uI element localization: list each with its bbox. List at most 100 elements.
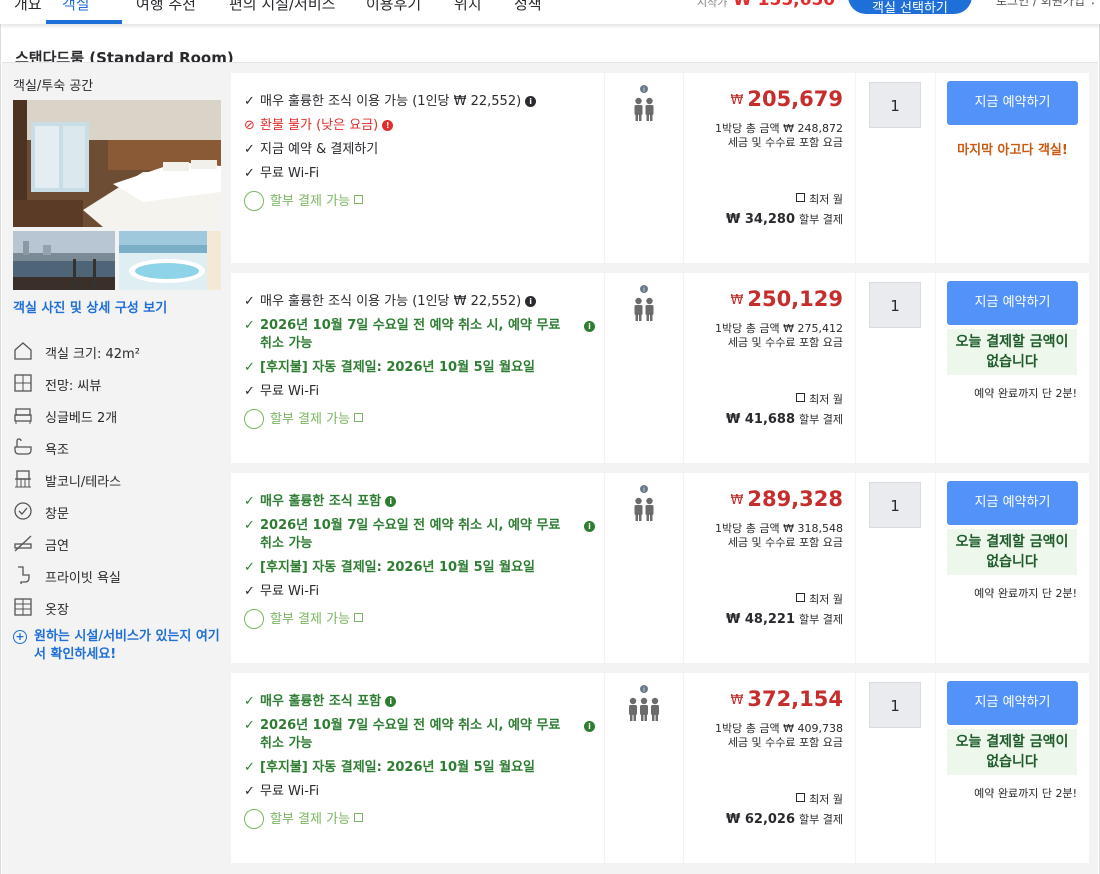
currency-symbol: ₩ bbox=[730, 293, 744, 308]
external-link-icon bbox=[796, 593, 806, 602]
tab-facilities[interactable]: 편의 시설/서비스 bbox=[229, 0, 335, 14]
check-icon: ✓ bbox=[244, 142, 255, 157]
currency-symbol: ₩ bbox=[730, 93, 744, 108]
room-quantity-select[interactable]: 1 bbox=[869, 282, 921, 328]
room-view-photo[interactable] bbox=[13, 231, 115, 290]
info-icon[interactable]: i bbox=[584, 721, 595, 732]
room-size-icon bbox=[14, 342, 32, 360]
book-now-button[interactable]: 지금 예약하기 bbox=[947, 281, 1078, 325]
booking-cell: 지금 예약하기 오늘 결제할 금액이 없습니다 예약 완료까지 단 2분! bbox=[936, 673, 1089, 863]
pay-later-notice: 오늘 결제할 금액이 없습니다 bbox=[947, 329, 1077, 375]
room-quantity-select[interactable]: 1 bbox=[869, 82, 921, 128]
check-icon: ✓ bbox=[244, 694, 255, 709]
info-icon[interactable]: i bbox=[584, 321, 595, 332]
installment-label: 할부 결제 가능 bbox=[270, 412, 351, 427]
share-icon[interactable]: ⋮ bbox=[1086, 0, 1100, 7]
external-link-icon bbox=[796, 393, 806, 402]
lowest-monthly-label[interactable]: 최저 월 bbox=[796, 791, 843, 807]
tab-overview[interactable]: 개요 bbox=[14, 0, 42, 14]
installment-available-link[interactable]: 할부 결제 가능 bbox=[244, 809, 364, 829]
room-offer-row: ✓ 매우 훌륭한 조식 포함 i ✓ 2026년 10월 7일 수요일 전 예약 취소 … bbox=[231, 473, 1089, 663]
room-bath-photo[interactable] bbox=[119, 231, 221, 290]
tab-policy[interactable]: 정책 bbox=[514, 0, 542, 14]
price-cell: ₩289,328 1박당 총 금액 ₩ 318,548 세금 및 수수료 포함 요금… bbox=[684, 473, 855, 663]
lowest-monthly-label[interactable]: 최저 월 bbox=[796, 591, 843, 607]
quantity-cell: 1 bbox=[856, 73, 935, 263]
lowest-monthly-text: 최저 월 bbox=[809, 393, 843, 406]
info-icon[interactable]: i bbox=[525, 296, 537, 307]
offer-benefit-text: 2026년 10월 7일 수요일 전 예약 취소 시, 예약 무료 취소 가능 bbox=[260, 718, 561, 751]
installment-label: 할부 결제 가능 bbox=[270, 812, 351, 827]
book-now-button[interactable]: 지금 예약하기 bbox=[947, 681, 1078, 725]
offer-benefit: ✓ 2026년 10월 7일 수요일 전 예약 취소 시, 예약 무료 취소 가능… bbox=[244, 317, 595, 353]
offer-benefit: ✓ 매우 훌륭한 조식 이용 가능 (1인당 ₩ 22,552) i bbox=[244, 293, 537, 311]
info-icon[interactable]: i bbox=[584, 521, 595, 532]
room-main-photo[interactable] bbox=[13, 100, 221, 227]
offer-benefit: ✓ 지금 예약 & 결제하기 bbox=[244, 141, 378, 159]
price-value: 250,129 bbox=[747, 287, 843, 311]
info-icon[interactable]: i bbox=[385, 696, 397, 707]
installment-label: 할부 결제 가능 bbox=[270, 612, 351, 627]
installment-available-link[interactable]: 할부 결제 가능 bbox=[244, 191, 364, 211]
offer-features: ✓ 매우 훌륭한 조식 이용 가능 (1인당 ₩ 22,552) i ✓ 2026년 1… bbox=[231, 273, 604, 463]
installment-amount-value: ₩ 34,280 bbox=[725, 212, 796, 227]
occupancy-icon[interactable]: i bbox=[605, 285, 683, 325]
price-value: 205,679 bbox=[747, 87, 843, 111]
view-icon bbox=[14, 374, 32, 392]
check-icon: ✓ bbox=[244, 318, 255, 333]
lowest-monthly-label[interactable]: 최저 월 bbox=[796, 191, 843, 207]
offer-benefit: ✓ 매우 훌륭한 조식 포함 i bbox=[244, 493, 397, 511]
offer-benefit-text: [후지불] 자동 결제일: 2026년 10월 5일 월요일 bbox=[260, 360, 535, 375]
tax-included-label: 세금 및 수수료 포함 요금 bbox=[727, 336, 843, 349]
offer-benefit-text: [후지불] 자동 결제일: 2026년 10월 5일 월요일 bbox=[260, 560, 535, 575]
occupancy-cell: i bbox=[605, 473, 683, 663]
check-icon: ✓ bbox=[244, 494, 255, 509]
tab-location[interactable]: 위치 bbox=[454, 0, 482, 14]
private-bath-icon bbox=[18, 566, 30, 584]
check-icon: ✓ bbox=[244, 166, 255, 181]
offer-benefit-text: 매우 훌륭한 조식 포함 bbox=[260, 694, 382, 709]
occupancy-icon[interactable]: i bbox=[605, 85, 683, 125]
select-room-button[interactable]: 객실 선택하기 bbox=[848, 0, 972, 16]
installment-available-link[interactable]: 할부 결제 가능 bbox=[244, 609, 364, 629]
offer-benefit-text: 2026년 10월 7일 수요일 전 예약 취소 시, 예약 무료 취소 가능 bbox=[260, 318, 561, 351]
room-quantity-select[interactable]: 1 bbox=[869, 482, 921, 528]
installment-amount: ₩ 34,280 할부 결제 bbox=[726, 211, 843, 227]
offer-benefit: ✓ 무료 Wi-Fi bbox=[244, 383, 319, 401]
last-room-notice: 마지막 아고다 객실! bbox=[957, 143, 1068, 158]
info-icon[interactable]: i bbox=[385, 496, 397, 507]
room-quantity-select[interactable]: 1 bbox=[869, 682, 921, 728]
occupancy-icon[interactable]: i bbox=[605, 485, 683, 525]
check-icon: ✓ bbox=[244, 294, 255, 309]
offer-benefit: ✓ 무료 Wi-Fi bbox=[244, 783, 319, 801]
tab-rooms[interactable]: 객실 bbox=[62, 0, 90, 14]
select-room-label: 객실 선택하기 bbox=[872, 1, 948, 16]
offer-benefit: ✓ 매우 훌륭한 조식 포함 i bbox=[244, 693, 397, 711]
offer-benefit-text: 매우 훌륭한 조식 이용 가능 (1인당 ₩ 22,552) bbox=[260, 294, 522, 309]
info-icon[interactable]: ! bbox=[382, 120, 394, 131]
tab-travel-tips[interactable]: 여행 추천 bbox=[136, 0, 196, 14]
book-now-button[interactable]: 지금 예약하기 bbox=[947, 81, 1078, 125]
installment-available-link[interactable]: 할부 결제 가능 bbox=[244, 409, 364, 429]
offer-benefit: ✓ 2026년 10월 7일 수요일 전 예약 취소 시, 예약 무료 취소 가능… bbox=[244, 717, 595, 753]
tax-included-label: 세금 및 수수료 포함 요금 bbox=[727, 136, 843, 149]
login-link[interactable]: 로그인 / 회원가입 bbox=[996, 0, 1085, 9]
room-photos-link[interactable]: 객실 사진 및 상세 구성 보기 bbox=[13, 297, 167, 316]
offer-benefit: ✓ 무료 Wi-Fi bbox=[244, 165, 319, 183]
offer-benefit: ✓ 매우 훌륭한 조식 이용 가능 (1인당 ₩ 22,552) i bbox=[244, 93, 537, 111]
offer-benefit-text: 무료 Wi-Fi bbox=[260, 166, 320, 181]
tab-reviews[interactable]: 이용후기 bbox=[366, 0, 421, 14]
book-now-button[interactable]: 지금 예약하기 bbox=[947, 481, 1078, 525]
occupancy-icon[interactable]: i bbox=[605, 685, 683, 725]
offer-benefit: ✓ [후지불] 자동 결제일: 2026년 10월 5일 월요일 bbox=[244, 359, 535, 377]
info-icon[interactable]: i bbox=[525, 96, 537, 107]
lowest-monthly-label[interactable]: 최저 월 bbox=[796, 391, 843, 407]
pay-later-notice: 오늘 결제할 금액이 없습니다 bbox=[947, 529, 1077, 575]
occupancy-cell: i bbox=[605, 273, 683, 463]
external-link-icon bbox=[354, 195, 364, 204]
plus-circle-icon: + bbox=[13, 630, 27, 644]
check-icon: ✓ bbox=[244, 784, 255, 799]
check-icon: ✓ bbox=[244, 384, 255, 399]
offer-benefit-text: 지금 예약 & 결제하기 bbox=[260, 142, 379, 157]
installment-label: 할부 결제 가능 bbox=[270, 194, 351, 209]
